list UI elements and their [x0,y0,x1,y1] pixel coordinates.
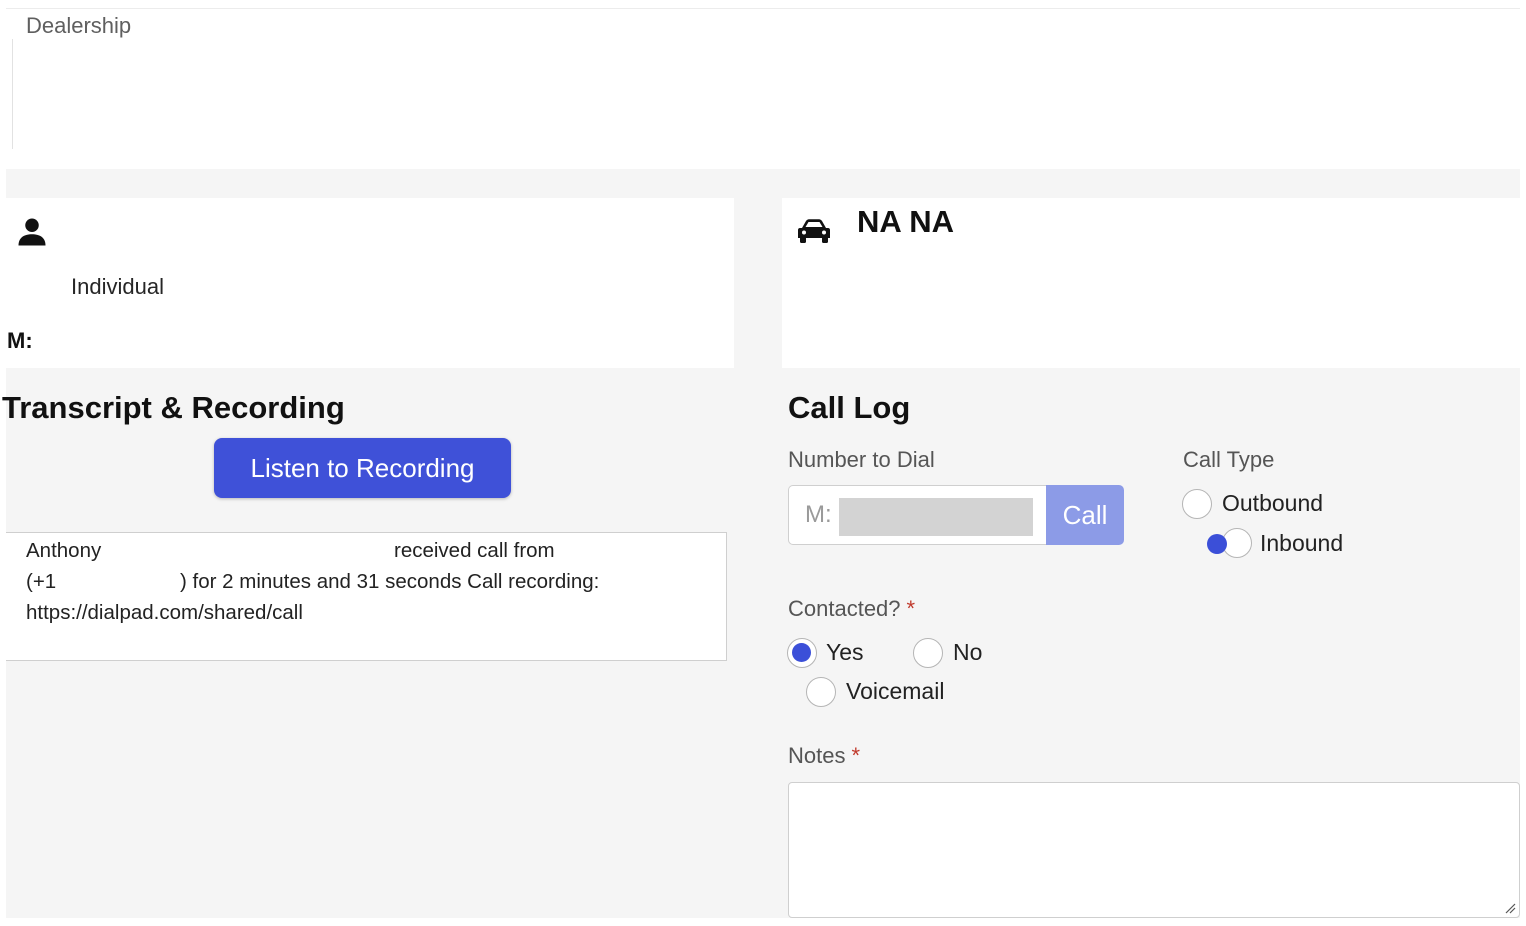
contacted-yes-radio[interactable] [787,638,817,668]
call-type-inbound-label: Inbound [1260,530,1344,556]
transcript-recording-link[interactable]: https://dialpad.com/shared/call [26,601,303,625]
contact-type: Individual [71,274,164,299]
vehicle-name: NA NA [857,204,955,239]
transcript-phone-prefix: (+1 [26,570,57,593]
person-icon [18,218,46,246]
transcript-received: received call from [394,539,555,562]
contacted-no-radio[interactable] [913,638,943,668]
notes-label-text: Notes [788,743,846,768]
contacted-label-text: Contacted? [788,596,901,621]
transcript-duration: ) for 2 minutes and 31 seconds Call reco… [180,570,600,593]
transcript-caller: Anthony [26,539,102,562]
notes-textarea[interactable] [788,782,1520,918]
call-type-outbound-label: Outbound [1222,490,1324,516]
call-type-outbound-radio[interactable] [1182,489,1212,519]
contacted-label: Contacted? * [788,596,915,622]
contacted-voicemail-radio[interactable] [806,677,836,707]
call-log-title: Call Log [788,390,911,425]
listen-to-recording-button[interactable]: Listen to Recording [214,438,511,498]
resize-grip-icon[interactable] [1504,902,1516,914]
call-type-label: Call Type [1183,447,1275,472]
number-to-dial-label: Number to Dial [788,447,935,472]
car-icon [798,219,830,243]
redacted-number [839,498,1033,536]
transcript-title: Transcript & Recording [2,390,345,425]
contacted-yes-label: Yes [826,639,864,665]
dealership-panel: Dealership [6,8,1520,169]
notes-required-marker: * [851,743,861,768]
dealership-label: Dealership [26,13,132,38]
notes-label: Notes * [788,743,860,769]
contacted-voicemail-label: Voicemail [846,678,945,704]
contact-panel: Individual M: [6,198,734,368]
dial-prefix: M: [805,501,832,528]
contacted-required-marker: * [906,596,916,621]
contacted-no-label: No [953,639,983,665]
dealership-divider [12,39,13,149]
number-to-dial-input[interactable]: M: [788,485,1046,545]
contact-mobile-label: M: [7,328,33,353]
vehicle-panel: NA NA [782,198,1520,368]
transcript-text-box: Anthony received call from (+1 ) for 2 m… [6,532,727,661]
inbound-selected-dot [1207,534,1227,554]
call-button[interactable]: Call [1046,485,1124,545]
